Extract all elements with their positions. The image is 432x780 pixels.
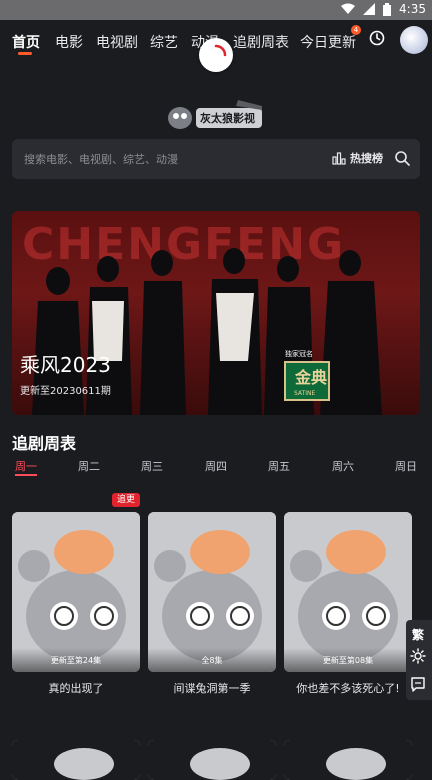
app-logo-text: 灰太狼影视	[200, 112, 255, 125]
nav-tab-home[interactable]: 首页	[12, 32, 40, 52]
card-title[interactable]: 真的出现了	[12, 680, 140, 696]
placeholder-poster	[12, 740, 140, 780]
nav-active-indicator	[18, 52, 32, 55]
nav-tab-movies[interactable]: 电影	[55, 32, 83, 52]
card-caption: 更新至第08集	[322, 656, 374, 665]
message-icon[interactable]	[410, 676, 426, 692]
update-tag: 追更	[112, 493, 140, 507]
day-tab-wed[interactable]: 周三	[141, 458, 163, 474]
sponsor-name: 金典	[295, 368, 328, 387]
nav-tab-tv[interactable]: 电视剧	[96, 32, 138, 52]
status-time: 4:35	[399, 2, 426, 16]
featured-banner[interactable]: CHENGFENG 乘风2023 更新至20230611期 独家冠名 金典 SA…	[12, 211, 420, 415]
sun-icon[interactable]	[410, 648, 426, 664]
day-tab-sat[interactable]: 周六	[332, 458, 354, 474]
placeholder-poster	[284, 740, 412, 780]
hot-chart-icon	[332, 152, 346, 165]
hot-search-button[interactable]: 热搜榜	[350, 150, 383, 166]
status-bar: 4:35	[0, 0, 432, 20]
show-card[interactable]: 更新至第24集	[12, 512, 140, 672]
show-card[interactable]: 更新至第08集	[284, 512, 412, 672]
battery-icon	[383, 2, 392, 16]
day-tab-mon[interactable]: 周一	[15, 458, 37, 474]
banner-subtitle: 更新至20230611期	[20, 386, 111, 397]
spinner-icon	[214, 44, 227, 57]
show-card[interactable]: 全8集	[148, 512, 276, 672]
schedule-title: 追剧周表	[12, 434, 77, 453]
card-caption: 更新至第24集	[50, 656, 102, 665]
history-icon[interactable]	[369, 30, 385, 46]
wifi-icon	[341, 3, 356, 14]
banner-title: 乘风2023	[20, 353, 111, 377]
user-avatar[interactable]	[400, 26, 428, 54]
nav-tab-today-update[interactable]: 今日更新	[300, 32, 356, 52]
update-badge: 4	[351, 25, 361, 35]
sponsor-sub: SATINE	[294, 390, 316, 397]
loading-spinner	[199, 38, 233, 72]
nav-tab-schedule[interactable]: 追剧周表	[233, 32, 289, 52]
search-bar[interactable]: 搜索电影、电视剧、综艺、动漫 热搜榜	[12, 139, 420, 179]
status-icons: 4:35	[341, 2, 426, 16]
placeholder-poster	[148, 740, 276, 780]
day-tab-fri[interactable]: 周五	[268, 458, 290, 474]
search-placeholder: 搜索电影、电视剧、综艺、动漫	[24, 153, 178, 166]
day-tab-thu[interactable]: 周四	[205, 458, 227, 474]
show-card-partial[interactable]	[284, 740, 412, 780]
card-title[interactable]: 间谍兔洞第一季	[148, 680, 276, 696]
card-title[interactable]: 你也差不多该死心了!	[284, 680, 412, 696]
day-tab-indicator	[15, 474, 37, 476]
signal-icon	[363, 3, 376, 15]
day-tab-tue[interactable]: 周二	[78, 458, 100, 474]
card-caption: 全8集	[201, 656, 223, 665]
show-card-partial[interactable]	[148, 740, 276, 780]
nav-tab-variety[interactable]: 综艺	[150, 32, 178, 52]
day-tab-sun[interactable]: 周日	[395, 458, 417, 474]
traditional-chinese-toggle[interactable]: 繁	[412, 626, 424, 643]
show-card-partial[interactable]	[12, 740, 140, 780]
search-icon[interactable]	[394, 150, 410, 166]
sponsor-label: 独家冠名	[285, 350, 313, 358]
